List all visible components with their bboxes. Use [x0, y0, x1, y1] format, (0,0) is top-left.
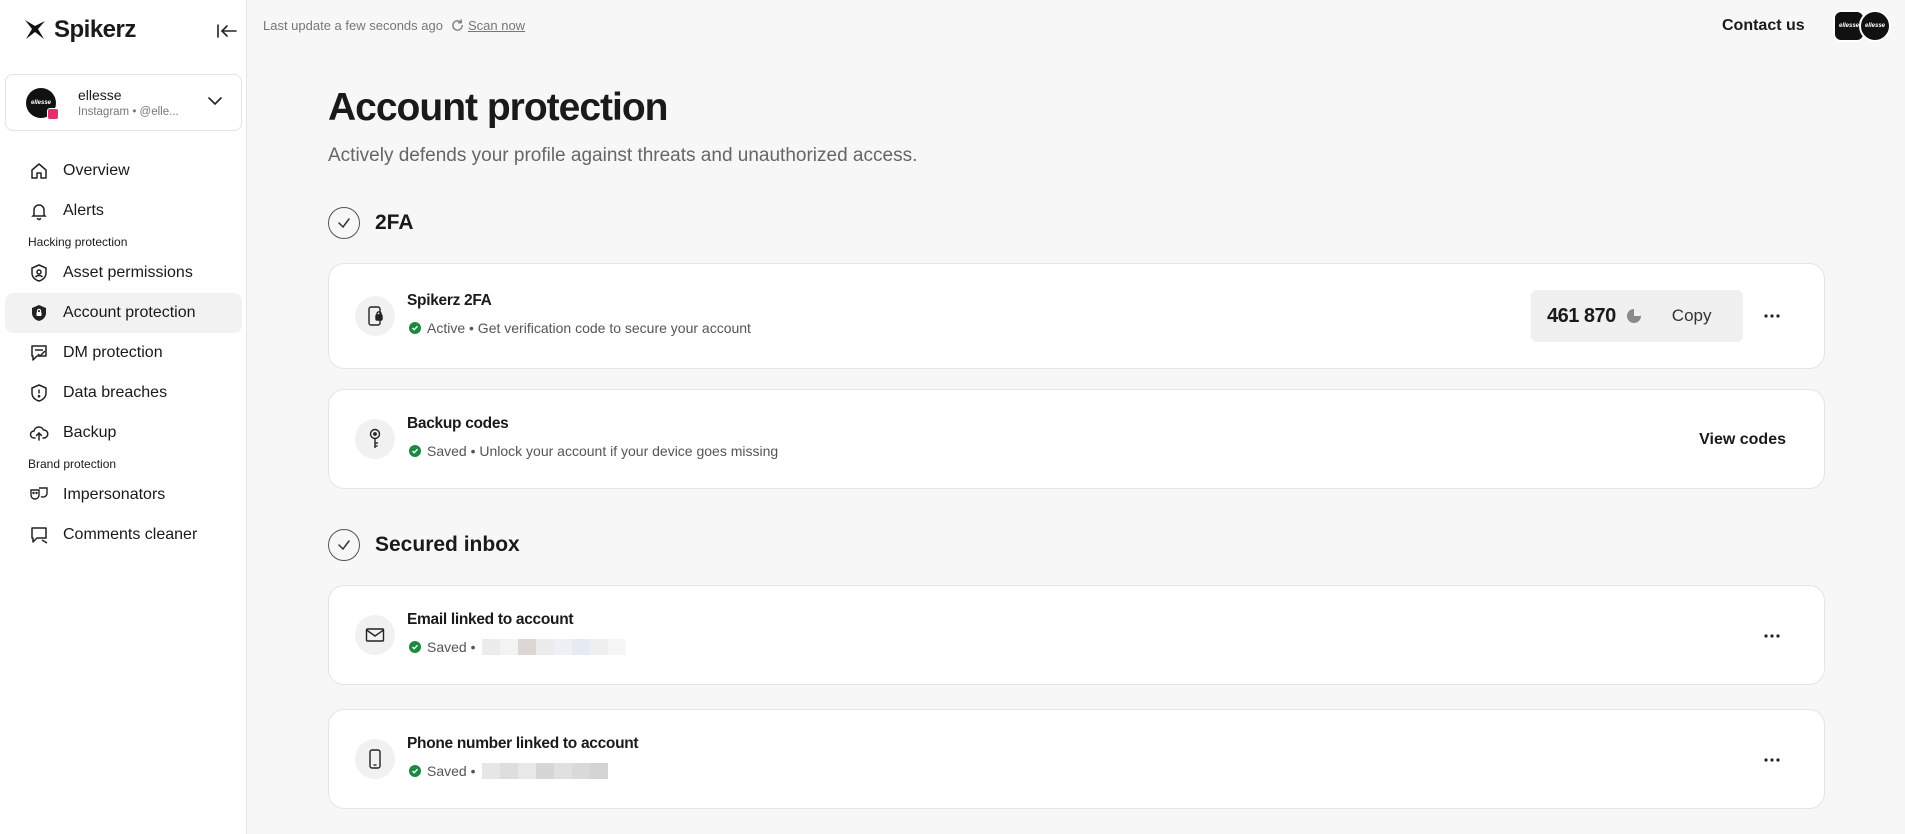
shield-alert-icon: [31, 384, 47, 402]
section-2fa-header: 2FA: [328, 207, 414, 239]
sidebar-item-label: Account protection: [63, 304, 196, 321]
section-title: 2FA: [375, 211, 414, 234]
card-status-text: Saved • Unlock your account if your devi…: [427, 443, 779, 459]
view-codes-button[interactable]: View codes: [1699, 431, 1786, 449]
masks-icon: [30, 487, 48, 500]
shield-user-icon: [31, 264, 47, 282]
sidebar-item-data-breaches[interactable]: Data breaches: [5, 373, 242, 413]
page-subtitle: Actively defends your profile against th…: [328, 145, 918, 166]
more-horizontal-icon: [1764, 758, 1780, 762]
bell-icon: [31, 204, 47, 221]
section-inbox-header: Secured inbox: [328, 529, 520, 561]
account-name: ellesse: [78, 87, 122, 103]
avatar: ellesse: [1859, 10, 1891, 42]
card-status-text: Saved •: [427, 763, 476, 779]
timer-icon: [1626, 309, 1641, 323]
mobile-phone-icon: [355, 739, 395, 779]
phone-lock-icon: [355, 296, 395, 336]
instagram-icon: [47, 107, 59, 120]
sidebar-item-asset-permissions[interactable]: Asset permissions: [5, 253, 242, 293]
sidebar-item-dm-protection[interactable]: DM protection: [5, 333, 242, 373]
sidebar-item-overview[interactable]: Overview: [5, 151, 242, 191]
collapse-sidebar-button[interactable]: [214, 20, 240, 42]
sidebar: Spikerz ellesse ellesse Instagram • @ell…: [0, 0, 247, 834]
sidebar-item-label: Alerts: [63, 202, 104, 219]
card-status: Saved •: [409, 763, 608, 779]
section-title: Secured inbox: [375, 533, 520, 556]
sidebar-item-label: Asset permissions: [63, 264, 193, 281]
phone-linked-card: Phone number linked to account Saved •: [328, 709, 1825, 809]
redacted-email: [481, 639, 626, 655]
sidebar-item-label: DM protection: [63, 344, 163, 361]
account-handle: Instagram • @elle...: [78, 106, 179, 118]
message-check-icon: [31, 345, 47, 361]
home-icon: [31, 163, 47, 179]
more-options-button[interactable]: [1760, 748, 1784, 772]
sidebar-item-comments-cleaner[interactable]: Comments cleaner: [5, 515, 242, 555]
account-switcher[interactable]: ellesse ellesse Instagram • @elle...: [5, 74, 242, 131]
key-icon: [355, 419, 395, 459]
chevron-down-icon: [208, 97, 222, 106]
account-avatars[interactable]: ellesse ellesse: [1833, 10, 1891, 42]
sidebar-item-account-protection[interactable]: Account protection: [5, 293, 242, 333]
last-update-text: Last update a few seconds ago: [263, 18, 443, 33]
card-title: Email linked to account: [407, 611, 574, 628]
verification-code: 461 870: [1547, 304, 1616, 327]
comment-clean-icon: [31, 527, 48, 544]
verification-code-box: 461 870 Copy: [1531, 290, 1743, 342]
spikerz-2fa-card: Spikerz 2FA Active • Get verification co…: [328, 263, 1825, 369]
more-horizontal-icon: [1764, 634, 1780, 638]
card-title: Spikerz 2FA: [407, 292, 492, 309]
card-status-text: Active • Get verification code to secure…: [427, 320, 751, 336]
nav-section-brand: Brand protection: [28, 457, 117, 471]
check-icon: [328, 207, 360, 239]
cloud-upload-icon: [29, 426, 49, 441]
contact-us-link[interactable]: Contact us: [1722, 17, 1805, 35]
sidebar-nav: Overview Alerts Hacking protection Asset…: [5, 151, 242, 555]
scan-now-label: Scan now: [467, 18, 526, 33]
spikerz-logo-icon: [25, 20, 45, 39]
last-update-status: Last update a few seconds ago Scan now: [263, 18, 525, 33]
email-linked-card: Email linked to account Saved •: [328, 585, 1825, 685]
mail-icon: [355, 615, 395, 655]
card-title: Backup codes: [407, 415, 509, 432]
card-title: Phone number linked to account: [407, 735, 639, 752]
more-horizontal-icon: [1764, 314, 1780, 318]
status-ok-icon: [409, 641, 421, 653]
avatar-text: ellesse: [30, 99, 52, 106]
sidebar-item-label: Backup: [63, 424, 117, 441]
page-title: Account protection: [328, 86, 668, 129]
sidebar-item-label: Impersonators: [63, 486, 166, 503]
brand-name: Spikerz: [54, 16, 136, 43]
card-status: Active • Get verification code to secure…: [409, 320, 751, 336]
nav-section-hacking: Hacking protection: [28, 235, 128, 249]
more-options-button[interactable]: [1760, 304, 1784, 328]
redacted-phone: [481, 763, 608, 779]
sidebar-item-label: Overview: [63, 162, 130, 179]
sidebar-item-alerts[interactable]: Alerts: [5, 191, 242, 231]
card-status-text: Saved •: [427, 639, 476, 655]
more-options-button[interactable]: [1760, 624, 1784, 648]
copy-button[interactable]: Copy: [1672, 306, 1712, 326]
sidebar-item-backup[interactable]: Backup: [5, 413, 242, 453]
card-status: Saved • Unlock your account if your devi…: [409, 443, 778, 459]
avatar: ellesse: [26, 87, 59, 120]
sidebar-item-label: Comments cleaner: [63, 526, 198, 543]
refresh-icon: [452, 19, 463, 31]
status-ok-icon: [409, 765, 421, 777]
scan-now-link[interactable]: Scan now: [451, 18, 525, 33]
sidebar-item-impersonators[interactable]: Impersonators: [5, 475, 242, 515]
shield-lock-icon: [32, 305, 46, 321]
backup-codes-card: Backup codes Saved • Unlock your account…: [328, 389, 1825, 489]
status-ok-icon: [409, 322, 421, 334]
brand-logo[interactable]: Spikerz: [22, 14, 136, 46]
card-status: Saved •: [409, 639, 626, 655]
sidebar-item-label: Data breaches: [63, 384, 168, 401]
collapse-left-icon: [217, 24, 237, 38]
check-icon: [328, 529, 360, 561]
status-ok-icon: [409, 445, 421, 457]
